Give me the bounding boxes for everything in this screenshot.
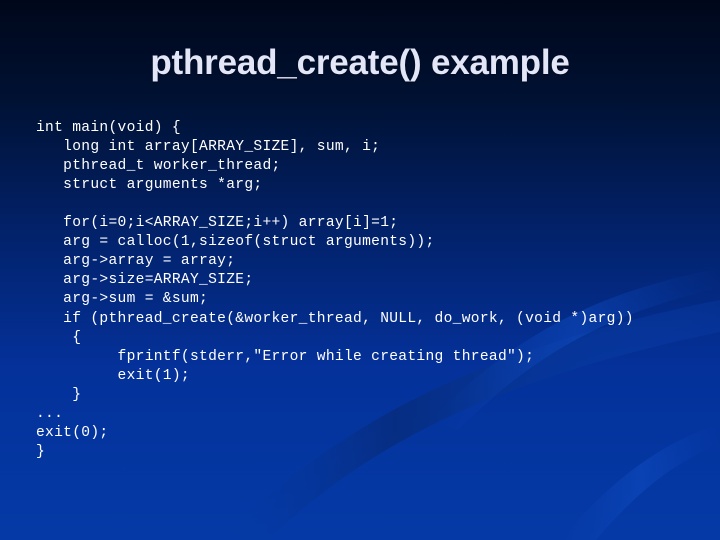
code-line: ... [36,406,64,422]
code-line: } [36,386,82,403]
code-line: { [36,329,82,346]
page-title: pthread_create() example [150,43,570,82]
code-block: int main(void) { long int array[ARRAY_SI… [36,119,716,463]
code-line: arg = calloc(1,sizeof(struct arguments))… [36,234,435,251]
code-line: arg->sum = &sum; [36,291,209,308]
code-line: long int array[ARRAY_SIZE], sum, i; [36,138,381,155]
code-line: for(i=0;i<ARRAY_SIZE;i++) array[i]=1; [36,215,399,232]
code-line: } [36,444,46,461]
slide-canvas: pthread_create() example int main(void) … [0,0,720,540]
code-line: exit(0); [36,425,109,442]
code-line: int main(void) { [36,119,181,136]
code-line: arg->size=ARRAY_SIZE; [36,272,254,289]
code-line: exit(1); [36,367,190,384]
code-line: if (pthread_create(&worker_thread, NULL,… [36,310,634,327]
code-line: struct arguments *arg; [36,176,263,193]
code-line: pthread_t worker_thread; [36,157,281,174]
code-line: fprintf(stderr,"Error while creating thr… [36,348,535,365]
code-line: arg->array = array; [36,253,236,270]
